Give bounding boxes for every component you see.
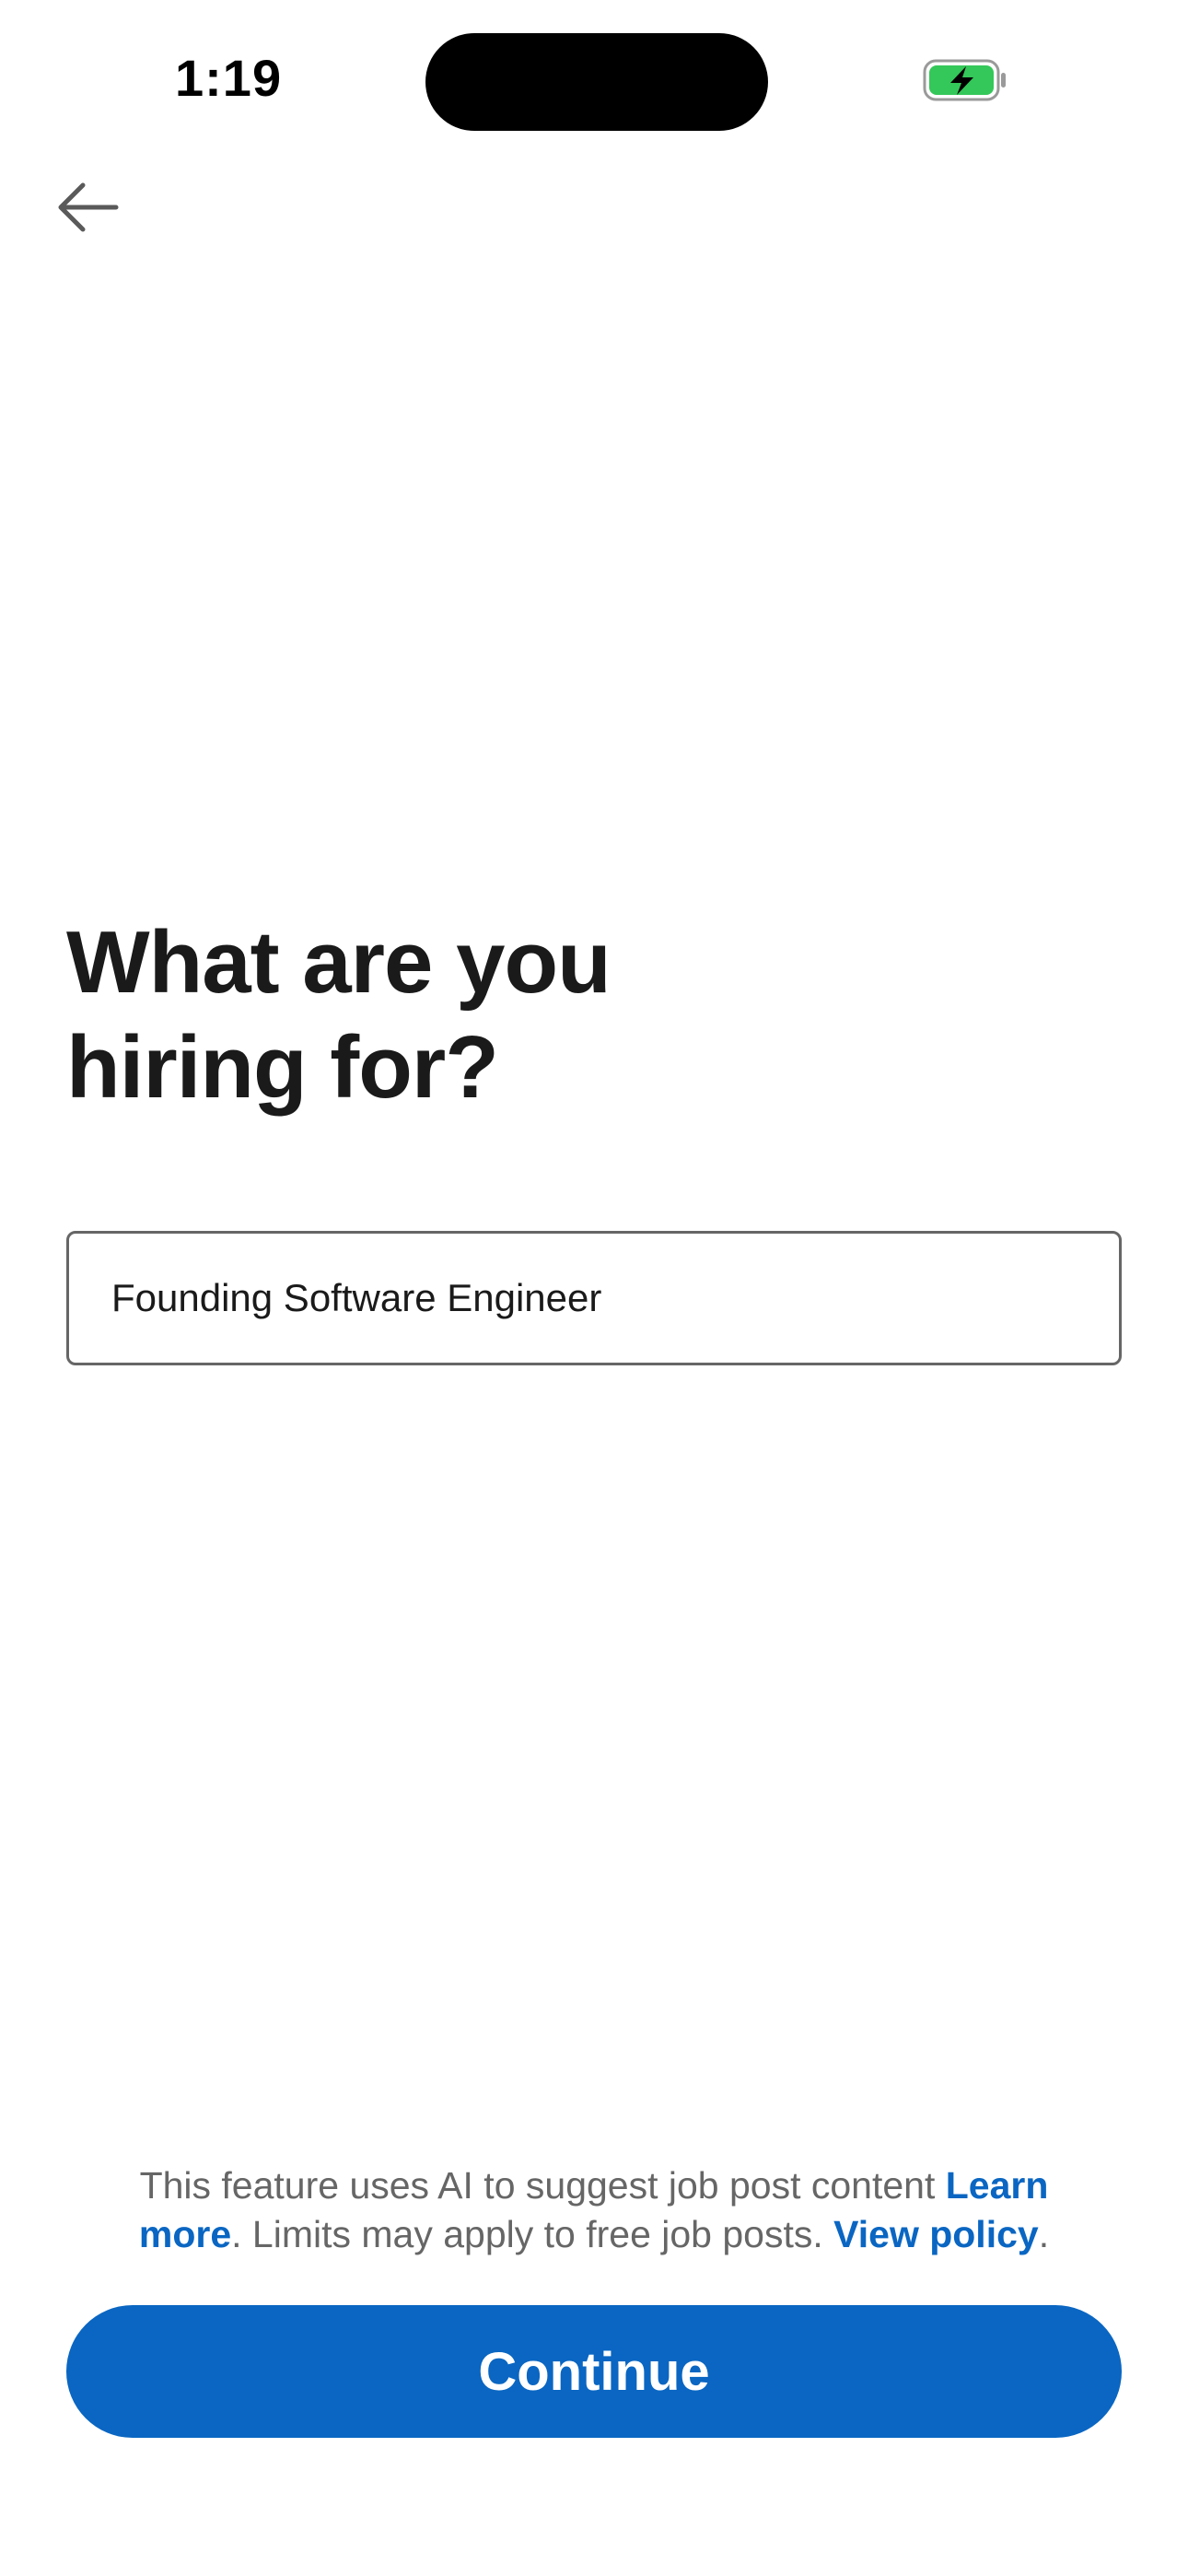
disclaimer-text-3: . <box>1038 2213 1050 2255</box>
back-button[interactable] <box>46 175 129 243</box>
continue-button[interactable]: Continue <box>66 2305 1122 2438</box>
battery-charging-icon <box>923 59 1007 101</box>
disclaimer-text-1: This feature uses AI to suggest job post… <box>139 2164 946 2207</box>
status-time: 1:19 <box>175 49 283 107</box>
view-policy-link[interactable]: View policy <box>833 2213 1039 2255</box>
dynamic-island <box>425 33 768 131</box>
disclaimer-text-2: . Limits may apply to free job posts. <box>231 2213 834 2255</box>
page-title-line-1: What are you <box>66 913 611 1012</box>
page-title-line-2: hiring for? <box>66 1018 499 1117</box>
arrow-left-icon <box>55 181 120 238</box>
ai-disclaimer: This feature uses AI to suggest job post… <box>92 2161 1096 2259</box>
page-title: What are you hiring for? <box>66 910 803 1120</box>
job-title-input[interactable] <box>66 1231 1122 1365</box>
status-bar: 1:19 <box>0 0 1188 157</box>
